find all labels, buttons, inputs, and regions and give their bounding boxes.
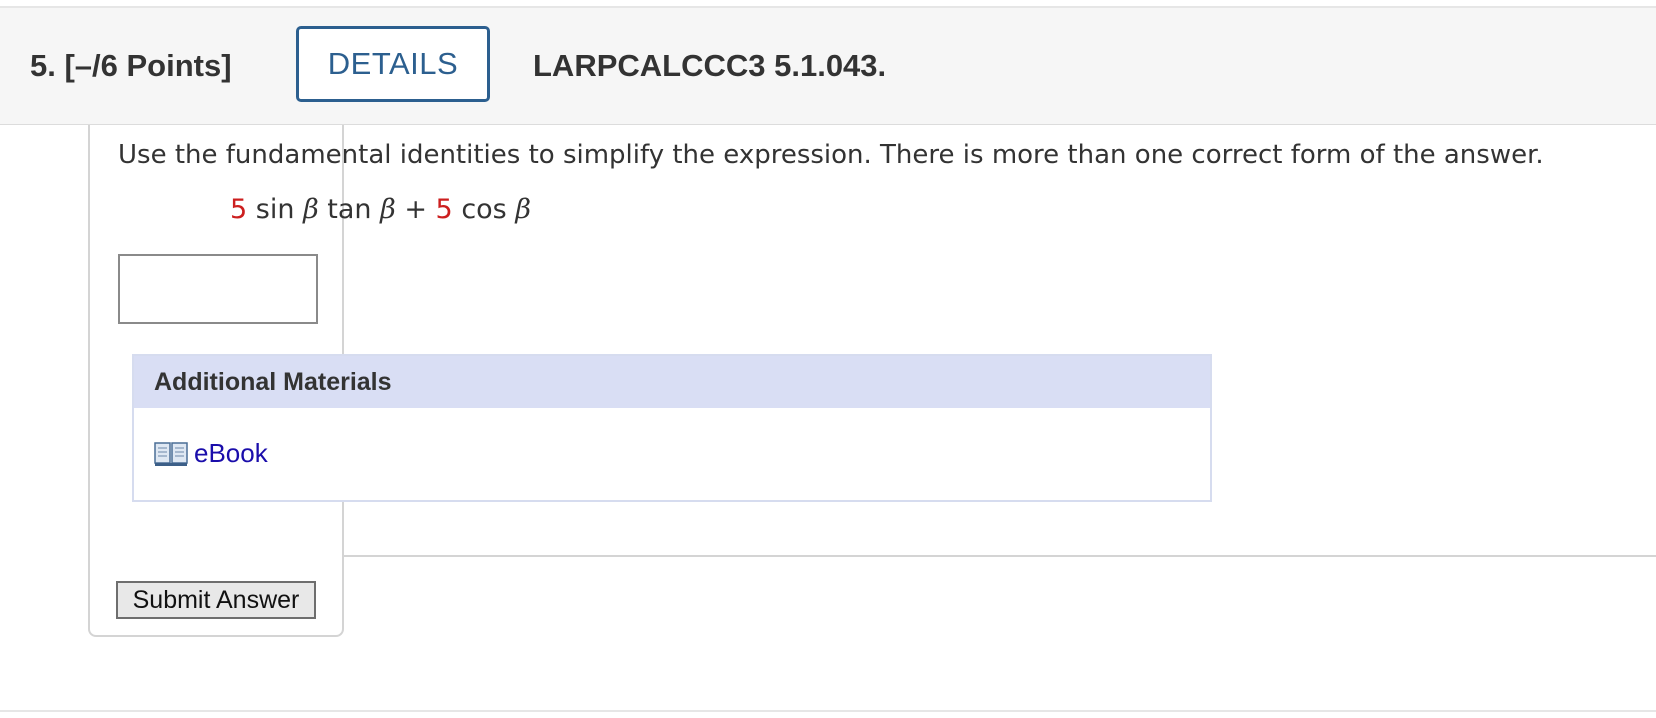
bottom-divider xyxy=(0,710,1656,712)
question-header: 5. [–/6 Points] DETAILS LARPCALCCC3 5.1.… xyxy=(0,8,1656,125)
answer-input[interactable] xyxy=(118,254,318,324)
coefficient: 5 xyxy=(435,194,453,225)
question-instructions: Use the fundamental identities to simpli… xyxy=(118,140,1544,170)
problem-id: LARPCALCCC3 5.1.043. xyxy=(533,48,887,83)
details-button[interactable]: DETAILS xyxy=(296,26,490,102)
function-name: cos xyxy=(461,194,507,225)
variable: β xyxy=(380,194,396,225)
function-name: tan xyxy=(327,194,372,225)
operator: + xyxy=(404,194,427,225)
variable: β xyxy=(303,194,319,225)
submit-answer-button[interactable]: Submit Answer xyxy=(116,581,316,619)
additional-materials-panel: Additional Materials eBook xyxy=(132,354,1212,502)
book-icon xyxy=(154,440,188,468)
variable: β xyxy=(515,194,531,225)
additional-materials-title: Additional Materials xyxy=(134,356,1210,408)
question-footer-divider xyxy=(344,555,1656,557)
coefficient: 5 xyxy=(230,194,248,225)
function-name: sin xyxy=(255,194,295,225)
ebook-label: eBook xyxy=(194,438,268,468)
ebook-link[interactable]: eBook xyxy=(154,438,268,469)
math-expression: 5 sin β tan β + 5 cos β xyxy=(230,194,531,225)
question-number-points: 5. [–/6 Points] xyxy=(30,48,232,83)
